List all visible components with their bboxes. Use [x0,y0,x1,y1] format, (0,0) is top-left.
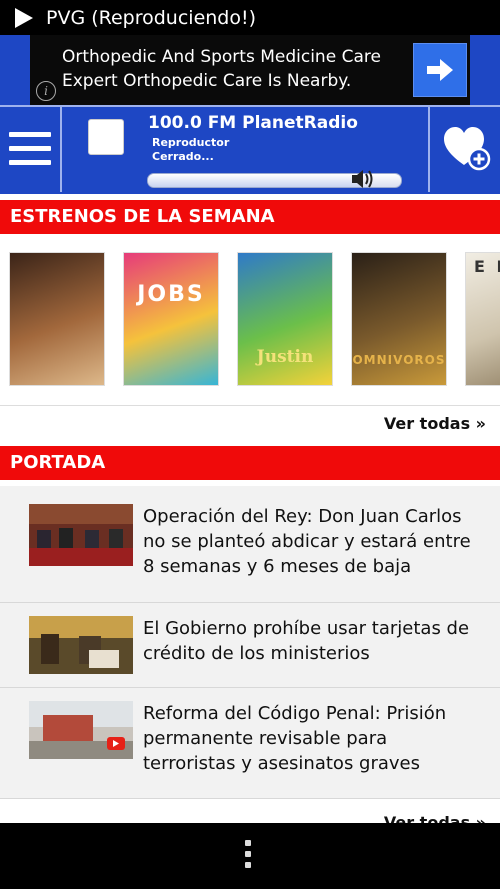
news-headline: Operación del Rey: Don Juan Carlos no se… [143,506,471,577]
play-icon [15,7,33,28]
station-name: 100.0 FM PlanetRadio [148,113,358,133]
system-nav-bar [0,823,500,889]
radio-player: 100.0 FM PlanetRadio Reproductor Cerrado… [0,105,500,194]
info-icon[interactable]: i [36,81,56,101]
ad-line-1: Orthopedic And Sports Medicine Care [62,47,381,67]
favorite-button[interactable] [428,107,500,192]
player-status: Reproductor Cerrado... [152,136,230,163]
stop-button[interactable] [88,119,124,155]
news-headline: El Gobierno prohíbe usar tarjetas de cré… [143,618,470,664]
status-bar: PVG (Reproduciendo!) [0,0,500,35]
overflow-menu-icon[interactable] [245,840,253,873]
divider [0,405,500,406]
movie-title: E L [474,257,500,276]
news-thumbnail [29,616,133,674]
news-thumbnail [29,504,133,566]
hamburger-icon-bar [9,146,51,151]
movie-title: JOBS [137,282,205,307]
ad-line-2: Expert Orthopedic Care Is Nearby. [62,71,352,91]
menu-button[interactable] [0,107,62,192]
arrow-right-icon [427,59,453,81]
news-item[interactable]: Reforma del Código Penal: Prisión perman… [0,688,500,799]
section-header-front-page: PORTADA [0,446,500,480]
volume-slider-thumb[interactable] [350,168,373,190]
movie-poster[interactable]: E L [465,252,500,386]
heart-plus-icon [444,127,491,171]
ad-go-button[interactable] [413,43,467,97]
hamburger-icon [9,132,51,137]
movie-poster[interactable]: Justin [237,252,333,386]
speaker-icon [352,170,373,188]
news-thumbnail [29,701,133,759]
volume-slider-fill [148,174,364,187]
ad-content[interactable]: Orthopedic And Sports Medicine Care Expe… [30,35,470,105]
movie-poster[interactable]: OMNIVOROS [351,252,447,386]
notification-title: PVG (Reproduciendo!) [46,6,257,29]
movie-poster[interactable]: JOBS [123,252,219,386]
movie-poster[interactable] [9,252,105,386]
hamburger-icon-bar [9,160,51,165]
movie-title: Justin [256,347,314,367]
section-header-premieres: ESTRENOS DE LA SEMANA [0,200,500,234]
movie-title: OMNIVOROS [352,353,446,367]
news-item[interactable]: El Gobierno prohíbe usar tarjetas de cré… [0,603,500,688]
ad-banner[interactable]: Orthopedic And Sports Medicine Care Expe… [0,35,500,105]
news-headline: Reforma del Código Penal: Prisión perman… [143,703,447,774]
news-item[interactable]: Operación del Rey: Don Juan Carlos no se… [0,486,500,603]
ad-text[interactable]: Orthopedic And Sports Medicine Care Expe… [62,45,402,93]
see-all-premieres-link[interactable]: Ver todas » [384,414,486,433]
movie-carousel[interactable]: JOBS Justin OMNIVOROS E L [0,248,500,394]
